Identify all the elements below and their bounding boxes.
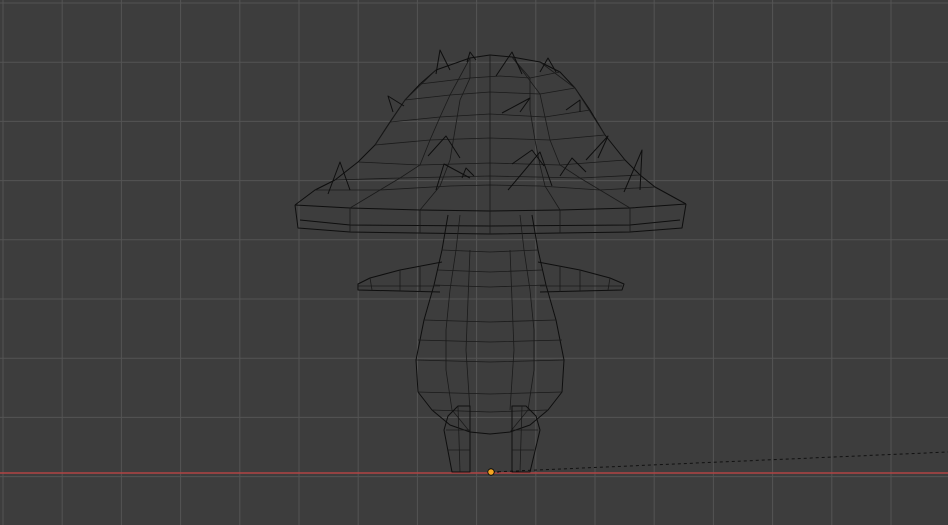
viewport-canvas[interactable] [0,0,948,525]
camera-direction-line [491,451,948,473]
object-origin-point[interactable] [487,468,495,476]
mushroom-arms[interactable] [357,261,625,293]
mushroom-stem[interactable] [415,214,565,435]
origin-dot-marker [497,471,499,473]
mushroom-legs[interactable] [443,405,541,473]
mushroom-mesh-wireframe[interactable] [294,49,687,473]
floor-grid [0,0,948,525]
3d-viewport[interactable] [0,0,948,525]
mushroom-cap[interactable] [294,49,687,235]
